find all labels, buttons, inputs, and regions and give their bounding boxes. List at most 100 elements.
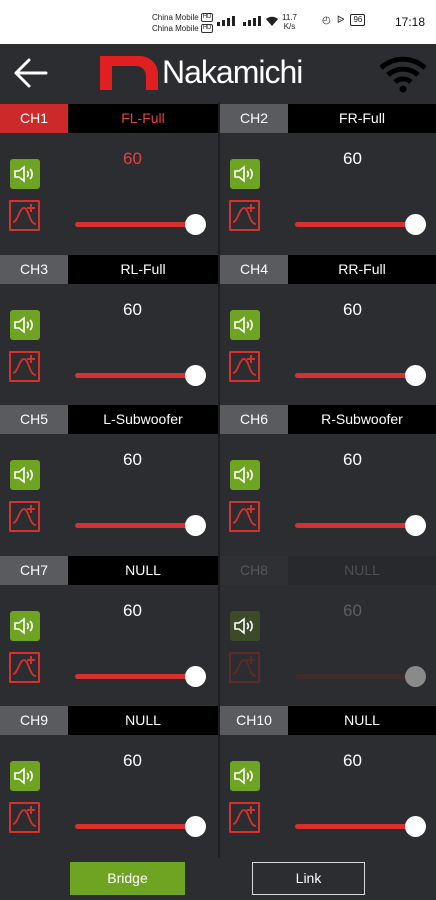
slider-thumb[interactable] — [185, 515, 206, 536]
speaker-icon — [234, 466, 253, 484]
channel-name[interactable]: RL-Full — [68, 255, 218, 284]
eq-curve-icon — [232, 806, 257, 827]
channel-header: CH8 NULL — [220, 556, 436, 585]
channel-name[interactable]: FR-Full — [288, 104, 436, 133]
channel-panel: CH6 R-Subwoofer 60 — [220, 405, 436, 555]
nakamichi-logo-icon — [100, 56, 158, 90]
channel-name[interactable]: NULL — [288, 706, 436, 735]
eq-settings-button[interactable] — [229, 351, 260, 382]
eq-settings-button[interactable] — [9, 501, 40, 532]
slider-thumb[interactable] — [405, 365, 426, 386]
eq-settings-button[interactable] — [229, 200, 260, 231]
channel-name[interactable]: NULL — [288, 556, 436, 585]
gain-slider[interactable] — [75, 365, 206, 386]
channel-header: CH1 FL-Full — [0, 104, 218, 133]
channel-panel: CH2 FR-Full 60 — [220, 104, 436, 254]
gain-slider[interactable] — [75, 666, 206, 687]
channel-tab[interactable]: CH6 — [220, 405, 288, 434]
hd-badge: HD — [200, 24, 214, 33]
gain-slider[interactable] — [295, 816, 426, 837]
speaker-mute-button[interactable] — [10, 761, 40, 791]
speaker-mute-button[interactable] — [230, 310, 260, 340]
channel-tab[interactable]: CH3 — [0, 255, 68, 284]
channel-name[interactable]: NULL — [68, 556, 218, 585]
eq-curve-icon — [12, 204, 37, 225]
speaker-icon — [234, 316, 253, 334]
eq-curve-icon — [232, 204, 257, 225]
channel-tab[interactable]: CH10 — [220, 706, 288, 735]
channel-tab[interactable]: CH1 — [0, 104, 68, 133]
carrier-info: China Mobile HD China Mobile HD — [152, 12, 214, 34]
net-speed-unit: K/s — [283, 22, 296, 31]
eq-curve-icon — [232, 505, 257, 526]
channel-panel: CH10 NULL 60 — [220, 706, 436, 856]
speaker-mute-button[interactable] — [230, 761, 260, 791]
slider-thumb[interactable] — [185, 666, 206, 687]
slider-thumb[interactable] — [405, 666, 426, 687]
speaker-mute-button[interactable] — [230, 159, 260, 189]
gain-slider[interactable] — [75, 515, 206, 536]
wifi-icon — [266, 16, 278, 26]
gain-slider[interactable] — [75, 214, 206, 235]
eq-settings-button[interactable] — [9, 200, 40, 231]
gain-slider[interactable] — [295, 515, 426, 536]
link-button[interactable]: Link — [252, 862, 365, 895]
channel-tab[interactable]: CH8 — [220, 556, 288, 585]
channel-panel: CH4 RR-Full 60 — [220, 255, 436, 405]
slider-thumb[interactable] — [185, 365, 206, 386]
speaker-icon — [14, 466, 33, 484]
eq-settings-button[interactable] — [9, 652, 40, 683]
back-arrow-icon[interactable] — [12, 56, 50, 90]
channel-header: CH7 NULL — [0, 556, 218, 585]
slider-thumb[interactable] — [185, 816, 206, 837]
status-icons: ◴ ᐉ 96 — [322, 14, 366, 26]
eq-curve-icon — [232, 355, 257, 376]
channel-name[interactable]: L-Subwoofer — [68, 405, 218, 434]
gain-value: 60 — [343, 450, 362, 469]
channel-name[interactable]: RR-Full — [288, 255, 436, 284]
channel-name[interactable]: FL-Full — [68, 104, 218, 133]
gain-value: 60 — [343, 601, 362, 620]
gain-slider[interactable] — [75, 816, 206, 837]
channel-header: CH9 NULL — [0, 706, 218, 735]
gain-slider[interactable] — [295, 365, 426, 386]
channel-tab[interactable]: CH9 — [0, 706, 68, 735]
speaker-mute-button[interactable] — [230, 611, 260, 641]
eq-settings-button[interactable] — [9, 802, 40, 833]
eq-settings-button[interactable] — [229, 652, 260, 683]
slider-thumb[interactable] — [405, 816, 426, 837]
speaker-mute-button[interactable] — [10, 310, 40, 340]
eq-curve-icon — [12, 505, 37, 526]
slider-thumb[interactable] — [405, 515, 426, 536]
channel-name[interactable]: NULL — [68, 706, 218, 735]
channel-header: CH2 FR-Full — [220, 104, 436, 133]
speaker-mute-button[interactable] — [10, 460, 40, 490]
speaker-icon — [234, 165, 253, 183]
channel-panel: CH1 FL-Full 60 — [0, 104, 218, 254]
speaker-icon — [14, 165, 33, 183]
channel-tab[interactable]: CH7 — [0, 556, 68, 585]
eq-settings-button[interactable] — [9, 351, 40, 382]
gain-value: 60 — [123, 149, 142, 168]
gain-slider[interactable] — [295, 214, 426, 235]
speaker-mute-button[interactable] — [230, 460, 260, 490]
channel-header: CH5 L-Subwoofer — [0, 405, 218, 434]
net-speed: 11.7 K/s — [282, 13, 297, 31]
bridge-button[interactable]: Bridge — [70, 862, 185, 895]
speaker-mute-button[interactable] — [10, 159, 40, 189]
speaker-icon — [234, 767, 253, 785]
slider-thumb[interactable] — [185, 214, 206, 235]
slider-thumb[interactable] — [405, 214, 426, 235]
carrier-1-label: China Mobile — [152, 13, 199, 22]
channel-tab[interactable]: CH4 — [220, 255, 288, 284]
channel-tab[interactable]: CH2 — [220, 104, 288, 133]
eq-settings-button[interactable] — [229, 802, 260, 833]
channel-name[interactable]: R-Subwoofer — [288, 405, 436, 434]
gain-slider[interactable] — [295, 666, 426, 687]
eq-settings-button[interactable] — [229, 501, 260, 532]
gain-value: 60 — [343, 149, 362, 168]
channel-tab[interactable]: CH5 — [0, 405, 68, 434]
wifi-icon[interactable] — [378, 54, 428, 94]
channel-panel: CH8 NULL 60 — [220, 556, 436, 706]
speaker-mute-button[interactable] — [10, 611, 40, 641]
